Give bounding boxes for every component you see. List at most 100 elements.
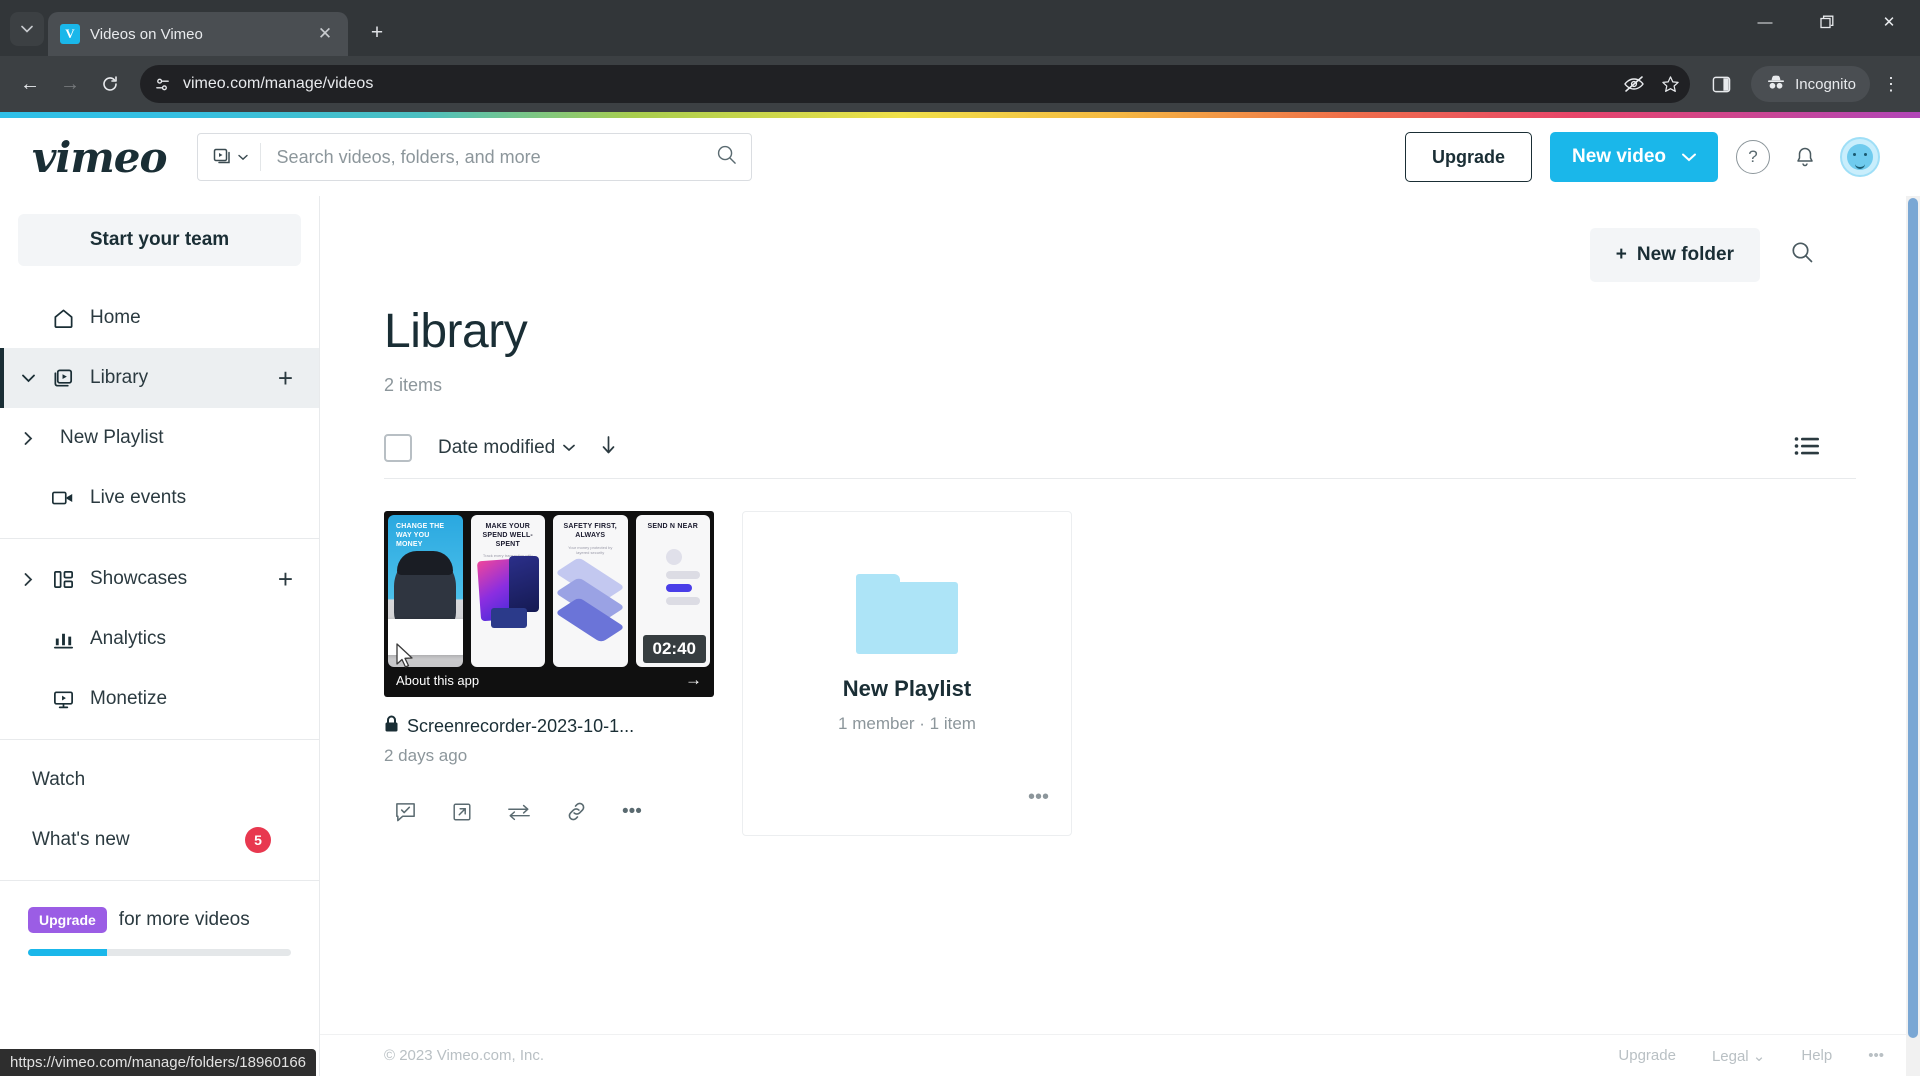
chevron-right-icon[interactable] (20, 572, 36, 586)
video-title-row: Screenrecorder-2023-10-1... (384, 715, 714, 738)
upgrade-text: for more videos (118, 909, 250, 930)
folder-name[interactable]: New Playlist (843, 676, 971, 702)
bar-chart-icon (50, 628, 76, 651)
incognito-hat-icon (1765, 74, 1787, 94)
footer-link-help[interactable]: Help (1801, 1047, 1832, 1064)
sidebar-item-new-playlist[interactable]: New Playlist (0, 408, 319, 468)
reload-button[interactable] (92, 66, 128, 102)
arrow-down-icon[interactable] (601, 435, 616, 461)
review-icon[interactable] (394, 800, 417, 823)
list-view-icon[interactable] (1794, 436, 1820, 461)
new-folder-label: New folder (1636, 244, 1734, 265)
sidebar-item-home[interactable]: Home (0, 288, 319, 348)
question-mark-icon[interactable]: ? (1736, 140, 1770, 174)
page-scrollbar[interactable] (1906, 196, 1920, 1076)
mouse-cursor (395, 643, 415, 676)
sidebar-label-showcases: Showcases (90, 568, 188, 589)
eye-slash-icon[interactable] (1623, 75, 1645, 93)
close-tab-icon[interactable]: ✕ (314, 24, 336, 44)
library-icon (50, 367, 76, 390)
three-dot-menu-icon[interactable]: ⋮ (1874, 74, 1908, 95)
video-thumbnail[interactable]: CHANGE THE WAY YOU MONEY MAKE YOUR SPEND… (384, 511, 714, 697)
sidebar-label-home: Home (90, 307, 141, 328)
side-panel-icon[interactable] (1702, 75, 1741, 94)
sidebar-divider (0, 880, 319, 881)
open-external-icon[interactable] (451, 801, 473, 823)
sidebar-item-library[interactable]: Library + (0, 348, 319, 408)
incognito-indicator[interactable]: Incognito (1751, 66, 1870, 102)
footer-more-icon[interactable]: ••• (1868, 1047, 1884, 1064)
sidebar-divider (0, 739, 319, 740)
close-window-button[interactable]: ✕ (1858, 0, 1920, 44)
vimeo-logo[interactable]: vimeo (22, 133, 168, 182)
folder-card[interactable]: New Playlist 1 member · 1 item ••• (742, 511, 1072, 836)
sort-dropdown[interactable]: Date modified (438, 437, 576, 459)
copy-link-icon[interactable] (565, 800, 588, 823)
site-header: vimeo Search videos, folders, and more U… (0, 118, 1920, 196)
content-grid: CHANGE THE WAY YOU MONEY MAKE YOUR SPEND… (384, 511, 1856, 836)
sidebar-label-library: Library (90, 367, 149, 388)
star-icon[interactable] (1661, 75, 1680, 94)
main-content: + New folder Library 2 items Date modifi… (320, 196, 1920, 1076)
replace-icon[interactable] (507, 802, 531, 822)
new-video-button[interactable]: New video (1550, 132, 1718, 182)
search-filter-dropdown[interactable] (212, 143, 261, 171)
plus-icon: + (1615, 244, 1627, 265)
sidebar-item-analytics[interactable]: Analytics (0, 609, 319, 669)
video-title[interactable]: Screenrecorder-2023-10-1... (407, 716, 634, 737)
storage-progress-fill (28, 949, 107, 956)
minimize-button[interactable]: — (1734, 0, 1796, 44)
more-options-icon[interactable]: ••• (622, 801, 642, 823)
arrow-right-icon: → (685, 670, 702, 689)
add-to-library-icon[interactable]: + (278, 363, 299, 394)
select-all-checkbox[interactable] (384, 434, 412, 462)
back-button[interactable]: ← (12, 66, 48, 102)
search-input[interactable]: Search videos, folders, and more (271, 147, 706, 168)
video-duration-badge: 02:40 (642, 635, 706, 663)
site-settings-icon[interactable] (154, 76, 171, 93)
monitor-play-icon (50, 688, 76, 711)
add-showcase-icon[interactable]: + (278, 564, 299, 595)
footer-link-upgrade[interactable]: Upgrade (1618, 1047, 1676, 1064)
storage-progress-bar (28, 949, 291, 956)
chevron-right-icon[interactable] (20, 431, 36, 445)
scrollbar-thumb[interactable] (1908, 198, 1918, 1038)
browser-tab[interactable]: V Videos on Vimeo ✕ (48, 12, 348, 56)
tab-search-icon[interactable] (10, 12, 44, 46)
upgrade-button[interactable]: Upgrade (1405, 132, 1533, 182)
search-bar[interactable]: Search videos, folders, and more (196, 133, 752, 181)
thumb-panel-headline: SEND N NEAR (647, 523, 698, 530)
folder-more-options-icon[interactable]: ••• (1028, 786, 1049, 809)
video-card[interactable]: CHANGE THE WAY YOU MONEY MAKE YOUR SPEND… (384, 511, 714, 836)
new-folder-button[interactable]: + New folder (1589, 228, 1760, 282)
address-bar[interactable]: vimeo.com/manage/videos (140, 65, 1691, 103)
footer-link-legal[interactable]: Legal ⌄ (1712, 1047, 1765, 1065)
search-icon[interactable] (716, 144, 737, 171)
search-icon[interactable] (1784, 234, 1820, 276)
chevron-down-icon[interactable] (20, 374, 36, 383)
thumb-panel-sub: Your money protected by layered security (568, 544, 613, 556)
sidebar-item-live-events[interactable]: Live events (0, 468, 319, 528)
sidebar-item-watch[interactable]: Watch (0, 750, 319, 810)
tab-strip: V Videos on Vimeo ✕ + — ✕ (0, 0, 1920, 56)
maximize-button[interactable] (1796, 0, 1858, 44)
sidebar-label-live-events: Live events (90, 487, 187, 508)
folder-icon (856, 574, 958, 654)
window-controls: — ✕ (1734, 0, 1920, 44)
sidebar-label-new-playlist: New Playlist (60, 427, 164, 448)
sidebar-item-whats-new[interactable]: What's new 5 (0, 810, 319, 870)
user-avatar[interactable] (1840, 137, 1880, 177)
thumb-panel-headline: MAKE YOUR SPEND WELL-SPENT (482, 523, 533, 548)
bell-icon[interactable] (1788, 140, 1822, 174)
sidebar-divider (0, 538, 319, 539)
video-meta: 2 days ago (384, 746, 468, 765)
forward-button: → (60, 72, 80, 95)
sidebar-item-showcases[interactable]: Showcases + (0, 549, 319, 609)
tab-title: Videos on Vimeo (90, 25, 203, 43)
video-actions: ••• (384, 800, 714, 823)
start-your-team-button[interactable]: Start your team (18, 214, 301, 266)
sidebar-item-monetize[interactable]: Monetize (0, 669, 319, 729)
upgrade-pill-button[interactable]: Upgrade (28, 907, 107, 933)
thumb-panel-headline: SAFETY FIRST, ALWAYS (563, 523, 617, 539)
new-tab-button[interactable]: + (360, 16, 394, 50)
